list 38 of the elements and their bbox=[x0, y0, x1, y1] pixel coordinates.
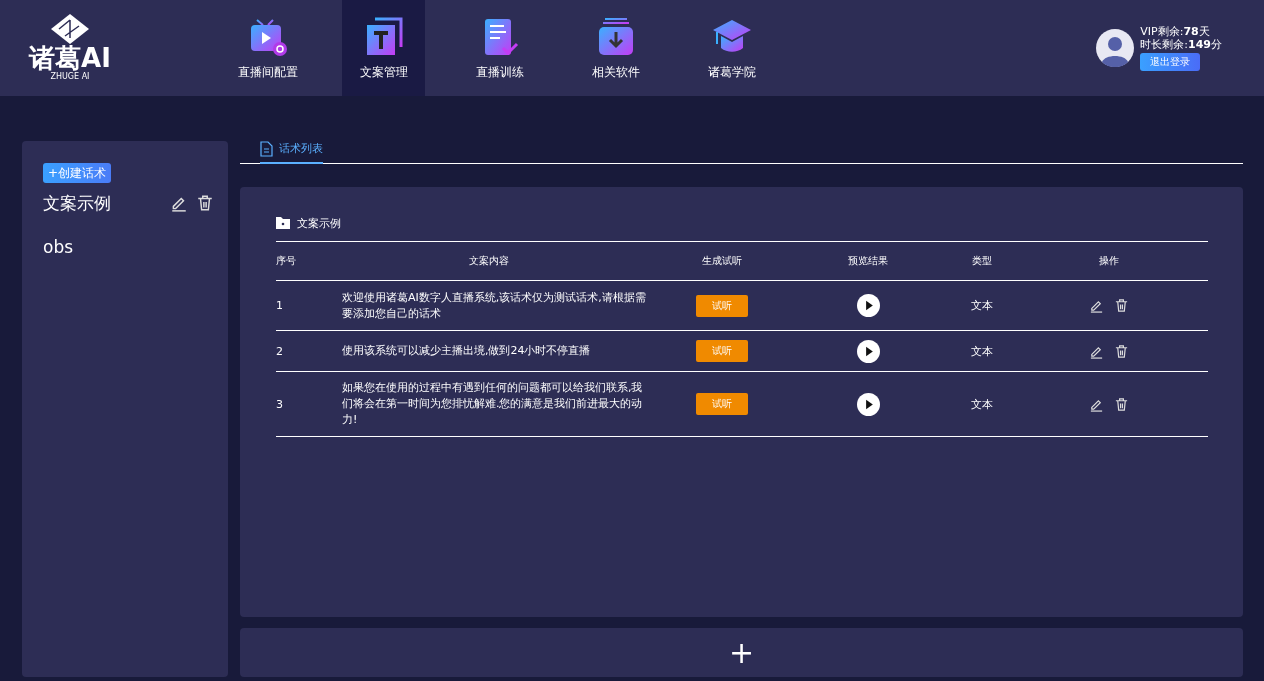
tab[interactable]: 话术列表 bbox=[260, 141, 323, 164]
column-header: 生成试听 bbox=[701, 254, 743, 268]
trash-icon[interactable] bbox=[1114, 343, 1129, 359]
logo-subtitle: ZHUGE AI bbox=[50, 72, 90, 82]
panel-title: 文案示例 bbox=[297, 215, 341, 231]
play-button[interactable] bbox=[856, 339, 880, 363]
row-index: 3 bbox=[276, 397, 284, 411]
play-button[interactable] bbox=[856, 294, 880, 317]
column-header: 操作 bbox=[1098, 254, 1120, 268]
script-text: 使用该系统可以减少主播出境,做到24小时不停直播 bbox=[341, 343, 592, 359]
column-header: 序号 bbox=[276, 254, 297, 268]
logout-button[interactable]: 退出登录 bbox=[1140, 53, 1201, 71]
row-index: 1 bbox=[276, 299, 284, 312]
play-button[interactable] bbox=[856, 392, 880, 416]
trash-icon[interactable] bbox=[1114, 298, 1129, 313]
trash-icon[interactable] bbox=[196, 194, 214, 212]
vip-remaining: VIP剩余:78天 bbox=[1140, 25, 1211, 38]
column-header: 预览结果 bbox=[847, 254, 889, 268]
trash-icon[interactable] bbox=[1114, 396, 1129, 412]
type-cell-text: 文本 bbox=[970, 343, 994, 359]
logo-icon bbox=[51, 14, 89, 44]
type-cell-text: 文本 bbox=[970, 396, 994, 412]
script-item[interactable]: obs bbox=[43, 237, 74, 257]
row-index: 2 bbox=[276, 344, 284, 358]
time-remaining: 时长剩余:149分 bbox=[1140, 38, 1222, 51]
script-text: 欢迎使用诸葛AI数字人直播系统,该话术仅为测试话术,请根据需要添加您自己的话术 bbox=[341, 289, 647, 322]
column-header: 类型 bbox=[971, 254, 993, 268]
type-cell-text: 文本 bbox=[970, 298, 994, 313]
folder-icon bbox=[276, 217, 290, 229]
document-icon bbox=[260, 141, 273, 157]
script-text: 如果您在使用的过程中有遇到任何的问题都可以给我们联系,我们将会在第一时间为您排忧解难.您的满意是我们前进最大的动力! bbox=[341, 380, 644, 428]
add-button[interactable]: + bbox=[240, 628, 1243, 677]
script-item[interactable]: 文案示例 bbox=[43, 191, 111, 215]
avatar bbox=[1096, 29, 1135, 67]
logo-title: 诸葛AI bbox=[29, 44, 111, 72]
nav-item[interactable]: 文案管理 bbox=[342, 0, 425, 96]
column-header: 文案内容 bbox=[468, 254, 510, 268]
edit-icon[interactable] bbox=[1089, 298, 1104, 313]
